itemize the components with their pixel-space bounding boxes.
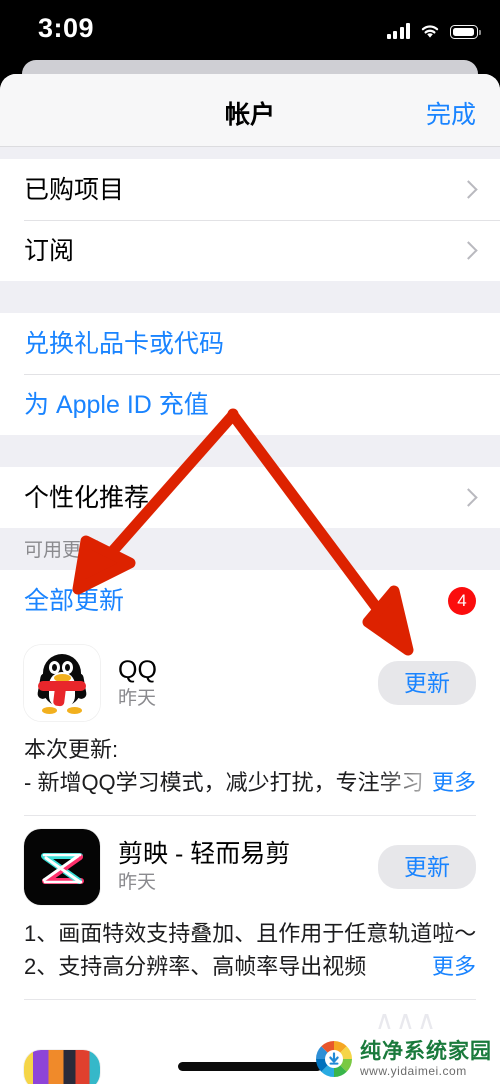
app-row[interactable]: QQ 昨天 更新: [0, 631, 500, 725]
sidebar-item-purchased[interactable]: 已购项目: [0, 159, 500, 220]
release-note-line: 1、画面特效支持叠加、且作用于任意轨道啦～: [24, 921, 476, 946]
chevron-right-icon: [462, 488, 474, 508]
status-bar-time: 3:09: [38, 13, 95, 43]
row-label: 个性化推荐: [24, 483, 150, 512]
available-updates-header: 可用更新: [0, 528, 500, 570]
sidebar-item-subscriptions[interactable]: 订阅: [0, 220, 500, 281]
status-bar-indicators: [386, 17, 481, 39]
status-bar: 3:09: [0, 0, 500, 58]
add-funds-row[interactable]: 为 Apple ID 充值: [0, 374, 500, 435]
recommendations-section: 个性化推荐: [0, 467, 500, 528]
section-gap: [0, 147, 500, 159]
app-update-item-capcut: 剪映 - 轻而易剪 昨天 更新 1、画面特效支持叠加、且作用于任意轨道啦～ 2、…: [0, 815, 500, 999]
row-label: 全部更新: [24, 586, 125, 615]
cellular-signal-icon: [386, 22, 410, 39]
update-all-row[interactable]: 全部更新 4: [0, 570, 500, 631]
row-label: 已购项目: [24, 175, 125, 204]
watermark-ghost: ∧∧∧: [374, 1005, 438, 1035]
app-release-date: 昨天: [118, 872, 157, 893]
redeem-gift-card-row[interactable]: 兑换礼品卡或代码: [0, 313, 500, 374]
update-button[interactable]: 更新: [378, 661, 476, 705]
row-label: 为 Apple ID 充值: [24, 390, 209, 419]
watermark-text: 纯净系统家园 www.yidaimei.com: [360, 1041, 492, 1077]
download-diamond-logo: [315, 1040, 353, 1078]
section-gap: [0, 435, 500, 467]
row-label: 兑换礼品卡或代码: [24, 329, 225, 358]
battery-full-icon: [450, 25, 481, 39]
app-update-item-qq: QQ 昨天 更新 本次更新: - 新增QQ学习模式，减少打扰，专注学习更 更多: [0, 631, 500, 815]
app-icon-partial: [24, 1050, 100, 1084]
row-label: 订阅: [24, 236, 75, 265]
redeem-section: 兑换礼品卡或代码 为 Apple ID 充值: [0, 313, 500, 435]
watermark-url: www.yidaimei.com: [360, 1064, 467, 1078]
account-sheet: 帐户 完成 已购项目 订阅 兑换礼品卡或代码 为 Apple ID 充值 个性化…: [0, 74, 500, 1084]
capcut-icon: [24, 829, 100, 905]
section-gap: [0, 281, 500, 313]
chevron-right-icon: [462, 180, 474, 200]
qq-penguin-icon: [24, 645, 100, 721]
watermark: 纯净系统家园 www.yidaimei.com: [315, 1040, 492, 1078]
release-note-line: 本次更新:: [24, 737, 119, 762]
more-button[interactable]: 更多: [423, 950, 476, 983]
app-name: 剪映 - 轻而易剪: [118, 840, 291, 868]
app-name: QQ: [118, 656, 157, 684]
release-notes: 1、画面特效支持叠加、且作用于任意轨道啦～ 2、支持高分辨率、高帧率导出视频 更…: [0, 909, 500, 999]
app-release-date: 昨天: [118, 688, 157, 709]
iphone-screen: 3:09 帐户 完成 已购项目 订阅 兑换礼品卡或代码 为 Apple ID 充…: [0, 0, 500, 1084]
list-separator: [24, 999, 476, 1000]
release-notes: 本次更新: - 新增QQ学习模式，减少打扰，专注学习更 更多: [0, 725, 500, 815]
navigation-bar: 帐户 完成: [0, 74, 500, 147]
update-button[interactable]: 更新: [378, 845, 476, 889]
update-count-badge: 4: [448, 586, 476, 615]
release-note-line: - 新增QQ学习模式，减少打扰，专注学习更: [24, 770, 446, 795]
watermark-title: 纯净系统家园: [360, 1040, 492, 1063]
wifi-icon: [419, 22, 441, 39]
home-indicator[interactable]: [178, 1062, 322, 1071]
release-note-line: 2、支持高分辨率、高帧率导出视频: [24, 954, 367, 979]
chevron-right-icon: [462, 241, 474, 261]
app-row[interactable]: 剪映 - 轻而易剪 昨天 更新: [0, 815, 500, 909]
update-all-section: 全部更新 4: [0, 570, 500, 631]
app-meta: QQ 昨天: [118, 655, 378, 711]
app-meta: 剪映 - 轻而易剪 昨天: [118, 839, 378, 895]
done-button[interactable]: 完成: [426, 100, 476, 130]
account-section: 已购项目 订阅: [0, 159, 500, 281]
more-button[interactable]: 更多: [423, 766, 476, 799]
personalized-recommendations-row[interactable]: 个性化推荐: [0, 467, 500, 528]
